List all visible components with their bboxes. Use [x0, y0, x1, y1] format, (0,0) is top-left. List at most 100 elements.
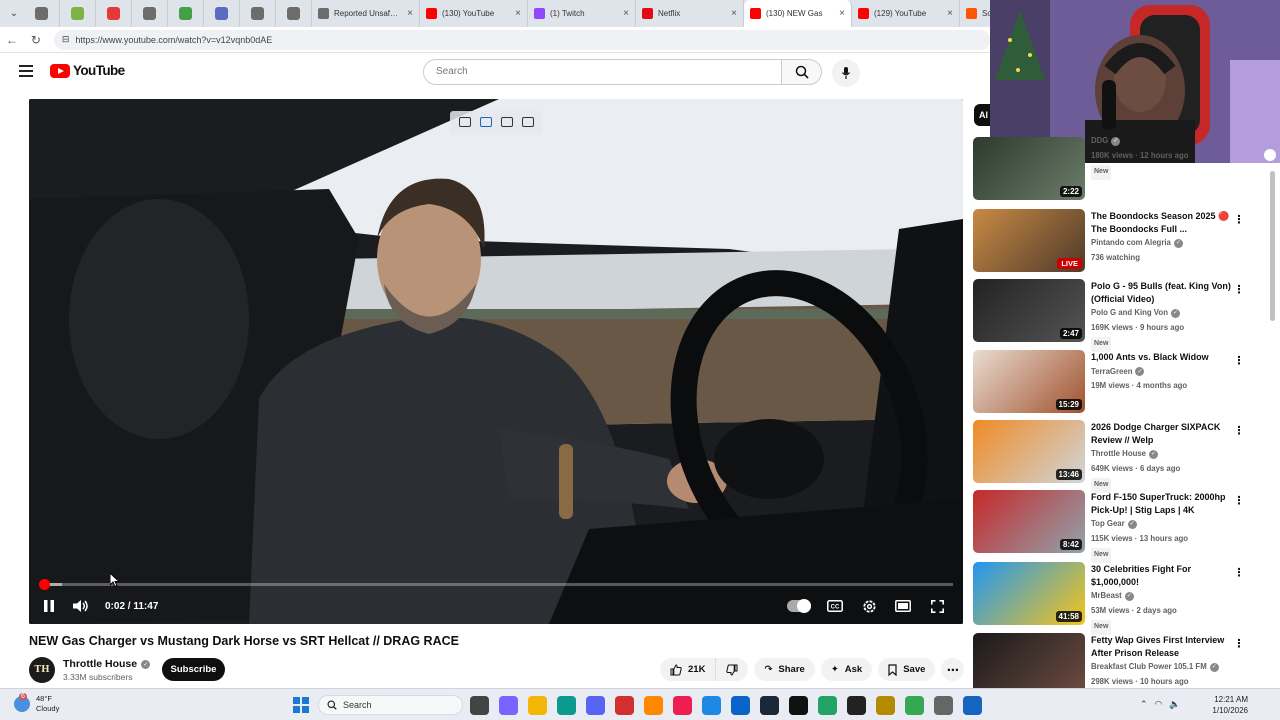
like-button[interactable]: 21K — [660, 658, 717, 681]
more-options-icon[interactable]: ⋮ — [1233, 494, 1245, 508]
browser-tab[interactable]: (129) YouTube × — [852, 0, 960, 27]
volume-button[interactable] — [65, 593, 97, 619]
vlc-icon[interactable] — [644, 696, 663, 715]
pinned-tab[interactable] — [276, 0, 312, 27]
recommendation-channel[interactable]: Top Gear ✓ — [1091, 518, 1231, 531]
close-tab-icon[interactable]: × — [839, 8, 845, 19]
captions-button[interactable]: CC — [819, 593, 851, 619]
defender-icon[interactable] — [963, 696, 982, 715]
pinned-tab[interactable] — [24, 0, 60, 27]
search-button[interactable] — [781, 59, 822, 85]
cod-icon[interactable] — [847, 696, 866, 715]
video-player[interactable]: 0:02 / 11:47 CC — [29, 99, 963, 624]
pinned-tab[interactable] — [132, 0, 168, 27]
youtube-logo[interactable]: YouTube — [50, 63, 125, 78]
recommendation-thumbnail[interactable]: 8:42 — [973, 490, 1085, 553]
back-icon[interactable]: ← — [0, 28, 24, 52]
recommendation-title[interactable]: Polo G - 95 Bulls (feat. King Von) (Offi… — [1091, 280, 1231, 305]
recommendation-channel[interactable]: MrBeast ✓ — [1091, 590, 1231, 603]
close-tab-icon[interactable]: × — [731, 8, 737, 19]
recommendation-channel[interactable]: Throttle House ✓ — [1091, 448, 1231, 461]
recommendation-thumbnail[interactable]: LIVE — [973, 209, 1085, 272]
channel-avatar[interactable]: TH — [29, 657, 55, 683]
app-icon[interactable] — [615, 696, 634, 715]
recommendation-channel[interactable]: DDG ✓ — [1091, 135, 1231, 148]
recommendation-item[interactable]: 2:22 DDG ✓ 180K views · 12 hours ago New — [973, 135, 1269, 201]
recommendation-item[interactable]: 8:42 Ford F-150 SuperTruck: 2000hp Pick-U… — [973, 490, 1269, 563]
close-tab-icon[interactable]: × — [623, 8, 629, 19]
recommendation-thumbnail[interactable]: 41:58 — [973, 562, 1085, 625]
pinned-tab[interactable] — [168, 0, 204, 27]
pause-button[interactable] — [33, 593, 65, 619]
pinned-tab[interactable] — [204, 0, 240, 27]
clock[interactable]: 12:21 AM 1/10/2026 — [1200, 694, 1248, 716]
recommendation-channel[interactable]: Pintando com Alegria ✓ — [1091, 237, 1231, 250]
recommendation-item[interactable]: 41:58 30 Celebrities Fight For $1,000,000… — [973, 562, 1269, 635]
steam-icon[interactable] — [760, 696, 779, 715]
reload-icon[interactable]: ↻ — [24, 28, 48, 52]
more-options-icon[interactable]: ⋮ — [1233, 637, 1245, 651]
settings-icon[interactable] — [934, 696, 953, 715]
recommendation-item[interactable]: 15:29 1,000 Ants vs. Black Widow TerraGree… — [973, 350, 1269, 414]
channel-name[interactable]: Throttle House ✓ — [63, 658, 151, 670]
pinned-tab[interactable] — [60, 0, 96, 27]
more-options-icon[interactable]: ⋮ — [1233, 354, 1245, 368]
url-field[interactable]: ⊟ https://www.youtube.com/watch?v=v12vqn… — [53, 29, 991, 50]
discord-icon[interactable] — [586, 696, 605, 715]
recommendation-thumbnail[interactable]: 15:29 — [973, 350, 1085, 413]
game-icon[interactable] — [876, 696, 895, 715]
pinned-tab[interactable] — [240, 0, 276, 27]
weather-widget[interactable]: 6 48°F Cloudy — [14, 693, 59, 714]
more-options-icon[interactable]: ⋮ — [1233, 566, 1245, 580]
share-button[interactable]: ↷ Share — [754, 658, 815, 681]
recommendation-title[interactable]: 1,000 Ants vs. Black Widow — [1091, 351, 1231, 364]
voice-search-button[interactable] — [832, 59, 860, 87]
folder-icon[interactable] — [528, 696, 547, 715]
recommendation-item[interactable]: 13:46 2026 Dodge Charger SIXPACK Review /… — [973, 420, 1269, 493]
browser-tab[interactable]: (130) YouTube × — [420, 0, 528, 27]
theater-mode-button[interactable] — [887, 593, 919, 619]
autoplay-toggle[interactable] — [787, 599, 811, 613]
progress-bar[interactable] — [38, 579, 953, 590]
copilot-icon[interactable] — [499, 696, 518, 715]
recommendation-title[interactable]: Fetty Wap Gives First Interview After Pr… — [1091, 634, 1231, 659]
recommendation-thumbnail[interactable] — [973, 633, 1085, 696]
scrubber-handle[interactable] — [38, 579, 50, 590]
start-button[interactable] — [293, 697, 309, 713]
wifi-icon[interactable]: ◠ — [1155, 699, 1163, 710]
more-options-icon[interactable]: ⋮ — [1233, 424, 1245, 438]
browser-tab[interactable]: Netflix × — [636, 0, 744, 27]
chevron-up-icon[interactable]: ⌃ — [1140, 699, 1148, 710]
tiktok-icon[interactable] — [673, 696, 692, 715]
screenshot-icon[interactable] — [479, 117, 492, 127]
speaker-icon[interactable]: 🔈 — [1169, 699, 1180, 710]
pip-icon[interactable] — [458, 117, 471, 127]
more-options-icon[interactable]: ⋮ — [1233, 213, 1245, 227]
recommendation-item[interactable]: LIVE The Boondocks Season 2025 🔴 The Boon… — [973, 209, 1269, 273]
edge-icon[interactable] — [557, 696, 576, 715]
recommendation-channel[interactable]: TerraGreen ✓ — [1091, 366, 1231, 379]
dislike-button[interactable] — [716, 658, 749, 681]
recommendation-thumbnail[interactable]: 2:47 — [973, 279, 1085, 342]
file-explorer-icon[interactable] — [470, 696, 489, 715]
settings-button[interactable] — [853, 593, 885, 619]
save-button[interactable]: Save — [878, 658, 936, 681]
close-tab-icon[interactable]: × — [947, 8, 953, 19]
recommendation-title[interactable]: The Boondocks Season 2025 🔴 The Boondock… — [1091, 210, 1231, 235]
recommendation-title[interactable]: 30 Celebrities Fight For $1,000,000! — [1091, 563, 1231, 588]
fullscreen-button[interactable] — [921, 593, 953, 619]
outlook-icon[interactable] — [731, 696, 750, 715]
pinned-tab[interactable] — [96, 0, 132, 27]
search-input[interactable]: Search — [423, 59, 782, 85]
close-tab-icon[interactable]: × — [515, 8, 521, 19]
tiktok2-icon[interactable] — [789, 696, 808, 715]
recommendation-thumbnail[interactable]: 2:22 — [973, 137, 1085, 200]
subscribe-button[interactable]: Subscribe — [162, 658, 225, 681]
scrollbar-thumb[interactable] — [1270, 171, 1275, 321]
filter-chip-all[interactable]: Al — [974, 104, 990, 126]
browser-tab[interactable]: Reported Unsafe Si × — [312, 0, 420, 27]
menu-icon[interactable] — [19, 65, 33, 77]
excel-icon[interactable] — [818, 696, 837, 715]
recommendation-title[interactable]: 2026 Dodge Charger SIXPACK Review // Wel… — [1091, 421, 1231, 446]
more-actions-button[interactable]: ⋯ — [941, 658, 965, 681]
